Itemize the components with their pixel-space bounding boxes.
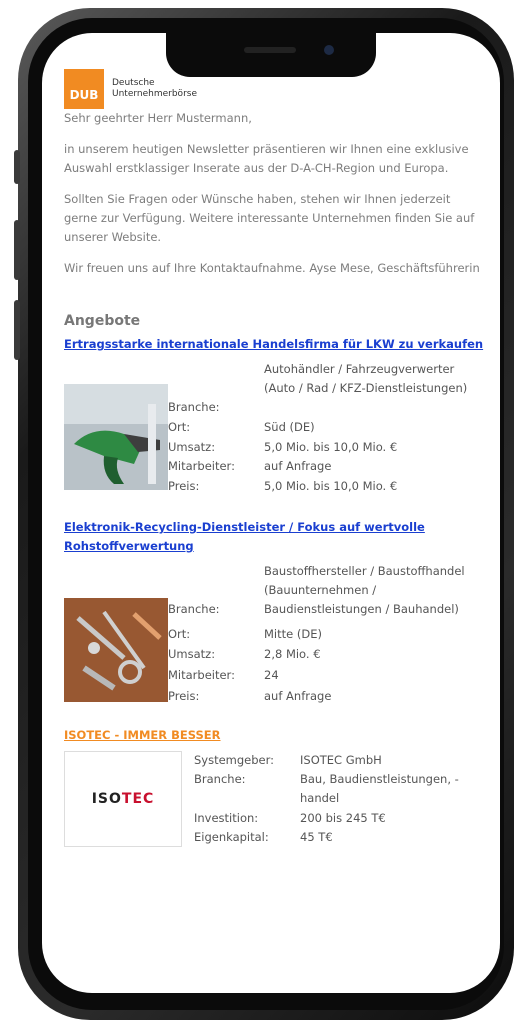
franchise-title-link[interactable]: ISOTEC - IMMER BESSER xyxy=(64,726,484,745)
detail-label: Mitarbeiter: xyxy=(168,668,235,683)
isotec-logo-tec: TEC xyxy=(121,790,155,807)
detail-value: 45 T€ xyxy=(300,829,333,844)
detail-value: auf Anfrage xyxy=(264,459,332,474)
detail-value: Mitte (DE) xyxy=(264,626,322,641)
detail-row: Branche: Bau, Baudienstleistungen, -hand… xyxy=(194,770,484,808)
offer-1-details: Branche: Autohändler / Fahrzeugverwerter… xyxy=(168,360,484,496)
volume-up-button xyxy=(14,220,20,280)
detail-value: auf Anfrage xyxy=(264,689,332,704)
tools-image xyxy=(64,598,168,702)
detail-label: Umsatz: xyxy=(168,647,216,662)
dub-logo-text: Deutsche Unternehmerbörse xyxy=(112,78,197,100)
speaker xyxy=(244,47,296,53)
greeting: Sehr geehrter Herr Mustermann, xyxy=(64,111,252,125)
isotec-logo-iso: ISO xyxy=(91,790,122,807)
offer-2-image[interactable] xyxy=(64,562,168,708)
detail-row: Preis: auf Anfrage xyxy=(168,687,484,708)
detail-row: Umsatz: 5,0 Mio. bis 10,0 Mio. € xyxy=(168,438,484,457)
detail-label: Preis: xyxy=(168,689,200,704)
detail-value: 24 xyxy=(264,668,279,683)
camera-icon xyxy=(324,45,334,55)
offer-2: Branche: Baustoffhersteller / Baustoffha… xyxy=(64,562,484,708)
mute-switch xyxy=(14,150,20,184)
offer-1-image[interactable] xyxy=(64,360,168,496)
detail-row: Umsatz: 2,8 Mio. € xyxy=(168,645,484,666)
detail-label: Investition: xyxy=(194,810,259,825)
detail-row: Preis: 5,0 Mio. bis 10,0 Mio. € xyxy=(168,477,484,496)
offer-2-title-link[interactable]: Elektronik-Recycling-Dienstleister / Fok… xyxy=(64,518,484,556)
offer-2-details: Branche: Baustoffhersteller / Baustoffha… xyxy=(168,562,484,708)
offer-1-title-link[interactable]: Ertragsstarke internationale Handelsfirm… xyxy=(64,335,484,354)
franchise-details: Systemgeber: ISOTEC GmbH Branche: Bau, B… xyxy=(194,751,484,847)
detail-value: Autohändler / Fahrzeugverwerter (Auto / … xyxy=(264,362,468,395)
detail-row: Systemgeber: ISOTEC GmbH xyxy=(194,751,484,770)
detail-label: Branche: xyxy=(168,602,220,616)
franchise-logo-cell: ISOTEC xyxy=(64,751,194,847)
detail-row: Mitarbeiter: auf Anfrage xyxy=(168,457,484,476)
detail-row: Investition: 200 bis 245 T€ xyxy=(194,809,484,828)
detail-label: Mitarbeiter: xyxy=(168,459,235,474)
detail-value: Bau, Baudienstleistungen, -handel xyxy=(300,772,459,806)
detail-value: ISOTEC GmbH xyxy=(300,753,382,767)
logo-line-1: Deutsche xyxy=(112,78,155,88)
detail-row: Branche: Autohändler / Fahrzeugverwerter… xyxy=(168,360,484,418)
detail-label: Systemgeber: xyxy=(194,753,275,767)
phone-screen: DUB Deutsche Unternehmerbörse Sehr geehr… xyxy=(42,33,500,993)
detail-label: Branche: xyxy=(168,400,220,414)
newsletter-content: DUB Deutsche Unternehmerbörse Sehr geehr… xyxy=(64,69,484,847)
dub-logo[interactable]: DUB Deutsche Unternehmerbörse xyxy=(64,69,484,109)
logo-line-2: Unternehmerbörse xyxy=(112,89,197,99)
detail-label: Ort: xyxy=(168,626,191,641)
detail-value: 2,8 Mio. € xyxy=(264,647,321,662)
volume-down-button xyxy=(14,300,20,360)
intro-paragraph: in unserem heutigen Newsletter präsentie… xyxy=(64,142,469,175)
detail-row: Branche: Baustoffhersteller / Baustoffha… xyxy=(168,562,484,625)
dub-logo-mark: DUB xyxy=(64,69,104,109)
signature-paragraph: Wir freuen uns auf Ihre Kontaktaufnahme.… xyxy=(64,261,480,275)
isotec-logo-text: ISOTEC xyxy=(92,790,155,809)
contact-paragraph: Sollten Sie Fragen oder Wünsche haben, s… xyxy=(64,192,475,244)
detail-row: Ort: Mitte (DE) xyxy=(168,625,484,646)
offer-1: Branche: Autohändler / Fahrzeugverwerter… xyxy=(64,360,484,496)
detail-label: Umsatz: xyxy=(168,439,216,454)
franchise-offer: ISOTEC Systemgeber: ISOTEC GmbH Branche:… xyxy=(64,751,484,847)
fuel-nozzle-image xyxy=(64,384,168,490)
detail-value: 5,0 Mio. bis 10,0 Mio. € xyxy=(264,439,398,454)
isotec-logo[interactable]: ISOTEC xyxy=(64,751,182,847)
detail-value: 5,0 Mio. bis 10,0 Mio. € xyxy=(264,478,398,493)
detail-value: Baustoffhersteller / Baustoffhandel (Bau… xyxy=(264,564,465,616)
detail-value: 200 bis 245 T€ xyxy=(300,810,386,825)
detail-row: Eigenkapital: 45 T€ xyxy=(194,828,484,847)
detail-value: Süd (DE) xyxy=(264,420,315,435)
detail-label: Eigenkapital: xyxy=(194,829,269,844)
detail-label: Ort: xyxy=(168,420,191,435)
detail-row: Mitarbeiter: 24 xyxy=(168,666,484,687)
detail-label: Preis: xyxy=(168,478,200,493)
offers-heading: Angebote xyxy=(64,313,141,329)
detail-label: Branche: xyxy=(194,772,246,787)
detail-row: Ort: Süd (DE) xyxy=(168,418,484,437)
